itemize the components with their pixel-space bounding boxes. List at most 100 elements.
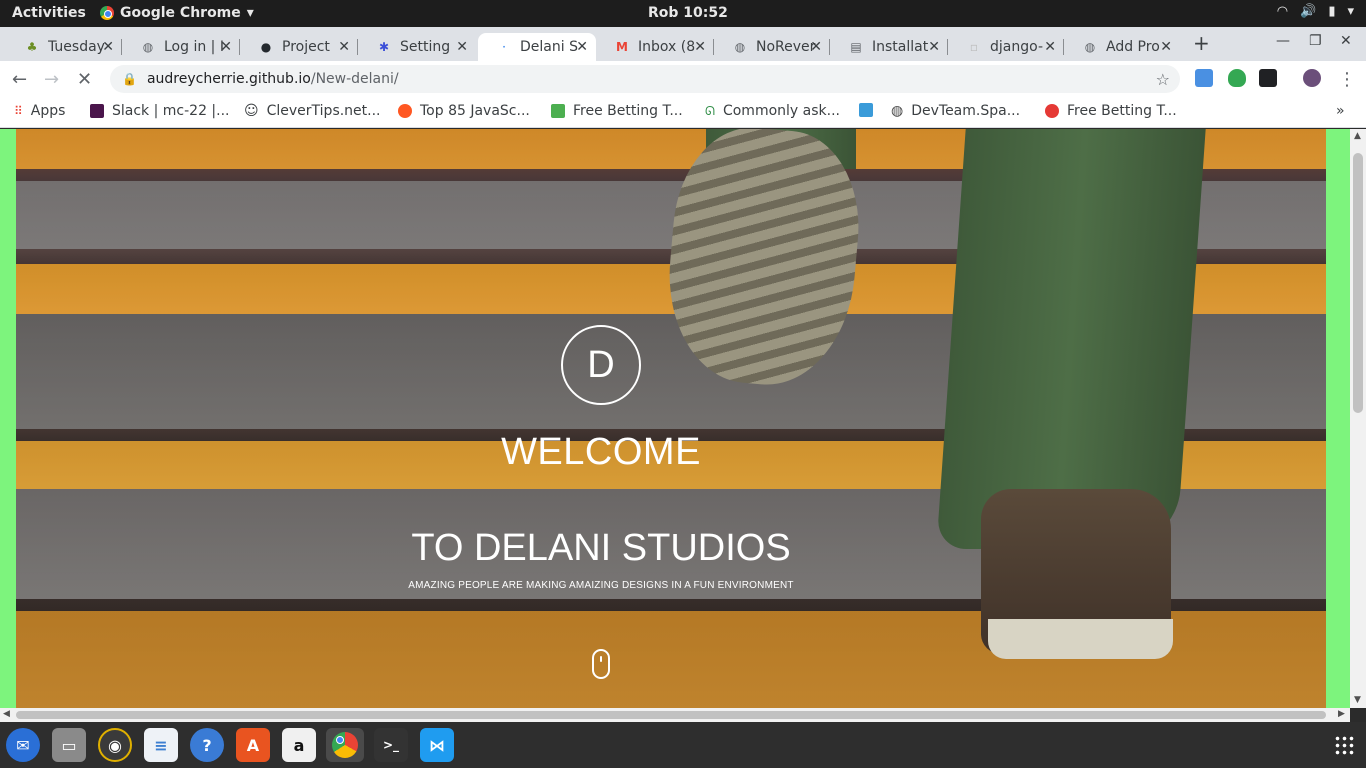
lock-icon: 🔒 — [122, 72, 137, 86]
activities-button[interactable]: Activities — [12, 5, 86, 21]
profile-avatar[interactable] — [1303, 69, 1321, 87]
chevron-down-icon: ▾ — [1347, 4, 1354, 19]
cube-extension-icon[interactable] — [1259, 69, 1277, 87]
close-icon[interactable]: ✕ — [576, 39, 588, 55]
back-button[interactable]: ← — [12, 69, 27, 90]
files-icon[interactable]: ▭ — [52, 728, 86, 762]
page-icon: ▫ — [969, 40, 979, 54]
scroll-down-arrow-icon[interactable]: ▼ — [1354, 695, 1361, 705]
download-extension-icon[interactable] — [1195, 69, 1213, 87]
tree-icon: ♣ — [26, 40, 38, 54]
system-top-bar: Activities Google Chrome ▾ Rob 10:52 ◠ 🔊… — [0, 0, 1366, 27]
tab-tuesday[interactable]: ♣ Tuesday ✕ — [6, 33, 122, 61]
bookmark-javascript[interactable]: Top 85 JavaSc... — [398, 103, 530, 119]
globe-icon: ◍ — [142, 40, 154, 54]
close-icon[interactable]: ✕ — [338, 39, 350, 55]
bookmark-slack[interactable]: Slack | mc-22 |... — [90, 103, 230, 119]
logo: D — [561, 325, 641, 405]
show-applications-icon[interactable] — [1334, 735, 1354, 755]
bookmark-ibb[interactable] — [859, 103, 873, 117]
tab-login[interactable]: ◍ Log in | I ✕ — [122, 33, 240, 61]
close-icon[interactable]: ✕ — [102, 39, 114, 55]
writer-icon[interactable]: ≡ — [144, 728, 178, 762]
close-icon[interactable]: ✕ — [694, 39, 706, 55]
system-tray[interactable]: ◠ 🔊 ▮ ▾ — [1277, 4, 1354, 19]
rhythmbox-icon[interactable]: ◉ — [98, 728, 132, 762]
bookmark-free-betting-1[interactable]: Free Betting T... — [551, 103, 683, 119]
betting-icon — [551, 104, 565, 118]
hero-tagline: AMAZING PEOPLE ARE MAKING AMAIZING DESIG… — [408, 580, 794, 591]
software-icon[interactable]: A — [236, 728, 270, 762]
chevron-down-icon: ▾ — [246, 5, 254, 21]
dock: ✉ ▭ ◉ ≡ ? A a >_ ⋈ — [0, 722, 1366, 768]
app-menu[interactable]: Google Chrome ▾ — [100, 5, 254, 21]
close-icon[interactable]: ✕ — [1044, 39, 1056, 55]
hero-content: D WELCOME TO DELANI STUDIOS AMAZING PEOP… — [16, 129, 1186, 708]
shield-extension-icon[interactable] — [1228, 69, 1246, 87]
clock[interactable]: Rob 10:52 — [648, 5, 728, 21]
tab-delani-studios[interactable]: · Delani S ✕ — [478, 33, 596, 61]
scroll-left-arrow-icon[interactable]: ◀ — [3, 709, 10, 719]
github-icon: ● — [260, 40, 272, 54]
browser-toolbar: ← → ✕ 🔒 audreycherrie.github.io /New-del… — [0, 61, 1366, 97]
tab-norever[interactable]: ◍ NoRever ✕ — [714, 33, 830, 61]
globe-icon: ◍ — [734, 40, 746, 54]
tab-installation[interactable]: ▤ Installat ✕ — [830, 33, 948, 61]
gmail-icon: M — [616, 40, 628, 54]
tab-settings[interactable]: ✱ Setting ✕ — [358, 33, 476, 61]
maximize-button[interactable]: ❐ — [1309, 33, 1322, 49]
scroll-down-mouse-icon[interactable] — [592, 649, 610, 679]
minimize-button[interactable]: — — [1276, 33, 1290, 49]
close-icon[interactable]: ✕ — [220, 39, 232, 55]
scroll-right-arrow-icon[interactable]: ▶ — [1338, 709, 1345, 719]
vertical-scroll-thumb[interactable] — [1353, 153, 1363, 413]
stop-button[interactable]: ✕ — [77, 69, 92, 90]
new-tab-button[interactable]: + — [1193, 31, 1210, 55]
horizontal-scroll-thumb[interactable] — [16, 711, 1326, 719]
thunderbird-icon[interactable]: ✉ — [6, 728, 40, 762]
horizontal-scrollbar[interactable]: ◀ ▶ — [0, 708, 1350, 722]
tab-title: Setting — [400, 39, 451, 55]
javascript-icon — [398, 104, 412, 118]
menu-icon[interactable]: ⋮ — [1338, 69, 1356, 90]
ibb-icon — [859, 103, 873, 117]
bookmark-devteam[interactable]: ◍ DevTeam.Spa... — [891, 103, 1020, 119]
battery-icon: ▮ — [1328, 4, 1336, 19]
tab-add-product[interactable]: ◍ Add Pro ✕ — [1064, 33, 1180, 61]
globe-icon: ◍ — [1084, 40, 1096, 54]
url-path: /New-delani/ — [310, 71, 399, 87]
tab-project[interactable]: ● Project ✕ — [240, 33, 358, 61]
address-bar[interactable]: 🔒 audreycherrie.github.io /New-delani/ ☆ — [110, 65, 1180, 93]
bookmark-free-betting-2[interactable]: Free Betting T... — [1045, 103, 1177, 119]
bookmark-clevertips[interactable]: ☺ CleverTips.net... — [244, 103, 381, 119]
help-icon[interactable]: ? — [190, 728, 224, 762]
close-icon[interactable]: ✕ — [810, 39, 822, 55]
scroll-up-arrow-icon[interactable]: ▲ — [1354, 131, 1361, 141]
tab-title: Project — [282, 39, 330, 55]
tab-title: Add Pro — [1106, 39, 1160, 55]
volume-icon: 🔊 — [1300, 4, 1317, 19]
vertical-scrollbar[interactable]: ▲ ▼ — [1350, 129, 1366, 708]
bookmark-apps[interactable]: ⠿ Apps — [14, 103, 65, 119]
chrome-icon[interactable] — [326, 728, 364, 762]
amazon-icon[interactable]: a — [282, 728, 316, 762]
tab-django[interactable]: ▫ django- ✕ — [948, 33, 1064, 61]
bookmarks-overflow-icon[interactable]: » — [1336, 103, 1345, 119]
close-icon[interactable]: ✕ — [928, 39, 940, 55]
close-icon[interactable]: ✕ — [1160, 39, 1172, 55]
tab-title: django- — [990, 39, 1043, 55]
terminal-icon[interactable]: >_ — [374, 728, 408, 762]
bookmarks-bar: ⠿ Apps Slack | mc-22 |... ☺ CleverTips.n… — [0, 97, 1366, 128]
forward-button[interactable]: → — [44, 69, 59, 90]
apps-grid-icon: ⠿ — [14, 104, 23, 118]
wifi-icon: ◠ — [1276, 4, 1289, 19]
slack-icon — [90, 104, 104, 118]
tab-inbox[interactable]: M Inbox (8 ✕ — [596, 33, 714, 61]
close-window-button[interactable]: ✕ — [1340, 33, 1352, 49]
vscode-icon[interactable]: ⋈ — [420, 728, 454, 762]
bookmark-commonly-asked[interactable]: ᘏ Commonly ask... — [705, 103, 840, 119]
globe-icon: ◍ — [891, 103, 904, 119]
close-icon[interactable]: ✕ — [456, 39, 468, 55]
url-domain: audreycherrie.github.io — [146, 71, 311, 87]
bookmark-star-icon[interactable]: ☆ — [1156, 70, 1170, 89]
